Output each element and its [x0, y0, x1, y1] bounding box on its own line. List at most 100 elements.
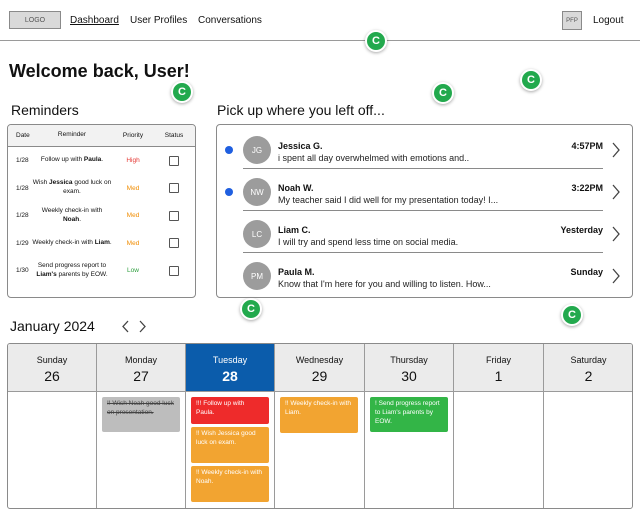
chevron-right-icon[interactable]: [611, 184, 621, 200]
day-header-friday[interactable]: Friday 1: [454, 344, 544, 392]
day-name: Saturday: [570, 355, 607, 365]
comment-badge-icon[interactable]: C: [520, 69, 542, 91]
day-header-wednesday[interactable]: Wednesday 29: [275, 344, 365, 392]
chevron-right-icon[interactable]: [611, 268, 621, 284]
day-number: 27: [133, 368, 149, 384]
reminders-body: 1/28 Follow up with Paula. High 1/28 Wish Je…: [8, 147, 195, 285]
day-header-saturday[interactable]: Saturday 2: [544, 344, 632, 392]
day-column: !!! Follow up with Paula. !! Wish Jessica…: [186, 392, 275, 508]
calendar-event[interactable]: !! Wish Noah good luck on presentation.: [102, 397, 180, 432]
conversation-name: Noah W.: [278, 183, 314, 193]
day-name: Monday: [124, 355, 158, 365]
avatar: NW: [243, 178, 271, 206]
chevron-right-icon[interactable]: [138, 320, 147, 333]
priority-label: Low: [127, 267, 139, 275]
day-number: 2: [584, 368, 593, 384]
chevron-right-icon[interactable]: [611, 226, 621, 242]
col-status: Status: [164, 132, 184, 139]
top-nav: LOGO Dashboard User Profiles Conversatio…: [0, 0, 640, 41]
reminder-person: Liam: [94, 238, 110, 246]
status-cell: [154, 210, 194, 221]
reminder-person: Paula: [83, 156, 102, 164]
nav-dashboard[interactable]: Dashboard: [70, 15, 119, 26]
day-column: !! Weekly check-in with Liam.: [275, 392, 365, 508]
status-cell: [154, 183, 194, 194]
reminder-row: 1/28 Wish Jessica good luck on exam. Med: [8, 175, 195, 203]
conversation-name: Jessica G.: [278, 141, 323, 151]
status-checkbox[interactable]: [169, 183, 179, 194]
day-header-sunday[interactable]: Sunday 26: [8, 344, 97, 392]
conversation-name: Paula M.: [278, 267, 315, 277]
reminder-person: Liam's: [36, 270, 57, 278]
avatar: LC: [243, 220, 271, 248]
reminder-text: Follow up with Paula.: [40, 156, 104, 164]
day-number: 29: [311, 368, 328, 384]
status-checkbox[interactable]: [169, 265, 179, 276]
comment-badge-icon[interactable]: C: [365, 30, 387, 52]
conversation-preview: i spent all day overwhelmed with emotion…: [278, 153, 470, 163]
conversation-time: 4:57PM: [571, 141, 603, 151]
col-priority: Priority: [122, 132, 144, 139]
comment-badge-icon[interactable]: C: [171, 81, 193, 103]
calendar-event[interactable]: ! Send progress report to Liam's parents…: [370, 397, 448, 432]
comment-badge-icon[interactable]: C: [240, 298, 262, 320]
conversation-item[interactable]: NW Noah W. My teacher said I did well for …: [243, 169, 603, 211]
reminder-text: Wish Jessica good luck on exam.: [32, 179, 112, 196]
conversation-preview: Know that I'm here for you and willing t…: [278, 279, 491, 289]
day-number: 28: [222, 368, 238, 384]
reminder-date: 1/30: [16, 267, 29, 275]
reminder-row: 1/28 Follow up with Paula. High: [8, 147, 195, 175]
priority-label: High: [126, 157, 140, 165]
conversations-list: JG Jessica G. i spent all day overwhelmed …: [216, 124, 633, 298]
calendar-event[interactable]: !! Wish Jessica good luck on exam.: [191, 427, 269, 463]
logo[interactable]: LOGO: [9, 11, 61, 29]
day-name: Sunday: [36, 355, 68, 365]
chevron-right-icon[interactable]: [611, 142, 621, 158]
profile-picture[interactable]: PFP: [562, 11, 582, 30]
reminder-text: Send progress report to Liam's parents b…: [36, 261, 108, 278]
day-name: Friday: [485, 355, 511, 365]
status-checkbox[interactable]: [169, 238, 179, 249]
status-checkbox[interactable]: [169, 210, 179, 221]
logout-link[interactable]: Logout: [593, 15, 624, 26]
nav-conversations[interactable]: Conversations: [198, 15, 262, 26]
day-name: Tuesday: [212, 355, 248, 365]
reminder-date: 1/29: [16, 239, 29, 247]
conversation-time: Yesterday: [560, 225, 603, 235]
day-header-thursday[interactable]: Thursday 30: [365, 344, 454, 392]
reminder-text: Weekly check-in with Noah.: [41, 206, 103, 223]
day-number: 26: [44, 368, 60, 384]
chevron-left-icon[interactable]: [121, 320, 130, 333]
day-header-tuesday[interactable]: Tuesday 28: [186, 344, 275, 392]
conversation-preview: I will try and spend less time on social…: [278, 237, 459, 247]
reminders-header: Date Reminder Priority Status: [8, 125, 195, 147]
calendar-event[interactable]: !! Weekly check-in with Noah.: [191, 466, 269, 502]
day-number: 30: [401, 368, 417, 384]
col-reminder: Reminder: [57, 131, 87, 139]
day-column: ! Send progress report to Liam's parents…: [365, 392, 454, 508]
conversation-item[interactable]: JG Jessica G. i spent all day overwhelmed …: [243, 127, 603, 169]
conversation-item[interactable]: PM Paula M. Know that I'm here for you and…: [243, 253, 603, 295]
comment-badge-icon[interactable]: C: [561, 304, 583, 326]
reminder-row: 1/29 Weekly check-in with Liam. Med: [8, 230, 195, 258]
calendar-event[interactable]: !! Weekly check-in with Liam.: [280, 397, 358, 433]
reminder-row: 1/30 Send progress report to Liam's paren…: [8, 257, 195, 285]
reminder-row: 1/28 Weekly check-in with Noah. Med: [8, 202, 195, 230]
welcome-heading: Welcome back, User!: [9, 61, 190, 81]
col-date: Date: [16, 132, 30, 139]
conversation-item[interactable]: LC Liam C. I will try and spend less time …: [243, 211, 603, 253]
priority-label: Med: [126, 184, 140, 192]
nav-user-profiles[interactable]: User Profiles: [130, 15, 187, 26]
status-cell: [154, 238, 194, 249]
conversation-time: 3:22PM: [571, 183, 603, 193]
priority-label: Med: [126, 239, 140, 247]
reminder-date: 1/28: [16, 212, 29, 220]
status-checkbox[interactable]: [169, 155, 179, 166]
calendar-event[interactable]: !!! Follow up with Paula.: [191, 397, 269, 424]
day-header-monday[interactable]: Monday 27: [97, 344, 186, 392]
status-cell: [154, 155, 194, 166]
conversation-name: Liam C.: [278, 225, 311, 235]
avatar: JG: [243, 136, 271, 164]
comment-badge-icon[interactable]: C: [432, 82, 454, 104]
reminder-person: Noah: [62, 215, 80, 223]
